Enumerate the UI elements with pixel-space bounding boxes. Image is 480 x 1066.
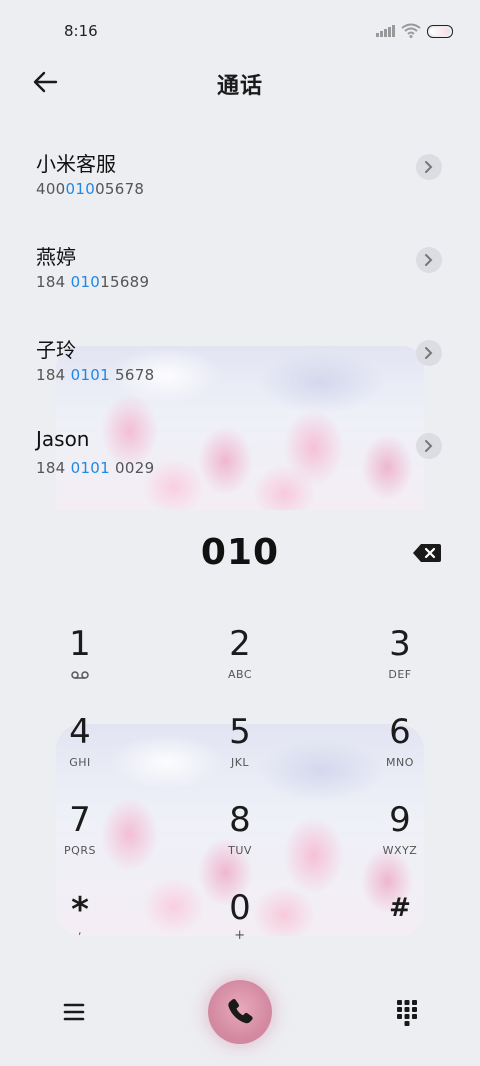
dialed-number-display[interactable]: 010: [0, 532, 480, 573]
key-4[interactable]: 4 GHI: [20, 712, 140, 792]
page-title: 通话: [216, 74, 263, 99]
contact-item[interactable]: 子玲 184 0101 5678: [36, 334, 444, 404]
phone-icon: [228, 999, 253, 1024]
voicemail-icon: [71, 671, 89, 679]
key-hash[interactable]: #: [340, 888, 460, 968]
keypad-icon[interactable]: [396, 998, 418, 1028]
battery-icon: [427, 25, 453, 38]
contact-number: 184 0101 5678: [36, 366, 155, 384]
chevron-right-icon[interactable]: [416, 340, 442, 366]
chevron-right-icon[interactable]: [416, 433, 442, 459]
contact-name: 燕婷: [36, 245, 76, 269]
key-6[interactable]: 6 MNO: [340, 712, 460, 792]
key-star[interactable]: * ,: [20, 890, 140, 970]
chevron-right-icon[interactable]: [416, 247, 442, 273]
contact-number: 184 0101 0029: [36, 459, 155, 477]
key-2[interactable]: 2 ABC: [180, 624, 300, 704]
key-7[interactable]: 7 PQRS: [20, 800, 140, 880]
status-time: 8:16: [64, 22, 98, 40]
status-bar: 8:16: [0, 0, 480, 62]
wifi-icon: [401, 23, 421, 38]
contact-item[interactable]: 小米客服 40001005678: [36, 148, 444, 218]
key-5[interactable]: 5 JKL: [180, 712, 300, 792]
backspace-icon[interactable]: [412, 543, 442, 563]
key-3[interactable]: 3 DEF: [340, 624, 460, 704]
call-button[interactable]: [208, 980, 272, 1044]
chevron-right-icon[interactable]: [416, 154, 442, 180]
key-9[interactable]: 9 WXYZ: [340, 800, 460, 880]
menu-icon[interactable]: [60, 998, 88, 1026]
contact-name: Jason: [36, 427, 90, 451]
contact-number: 184 01015689: [36, 273, 150, 291]
contact-name: 子玲: [36, 338, 76, 362]
key-8[interactable]: 8 TUV: [180, 800, 300, 880]
key-1[interactable]: 1: [20, 624, 140, 704]
contact-number: 40001005678: [36, 180, 145, 198]
contact-name: 小米客服: [36, 152, 116, 176]
contact-item[interactable]: 燕婷 184 01015689: [36, 241, 444, 311]
key-0[interactable]: 0 +: [180, 888, 300, 968]
contact-item[interactable]: Jason 184 0101 0029: [36, 427, 444, 497]
signal-icon: [376, 25, 395, 37]
